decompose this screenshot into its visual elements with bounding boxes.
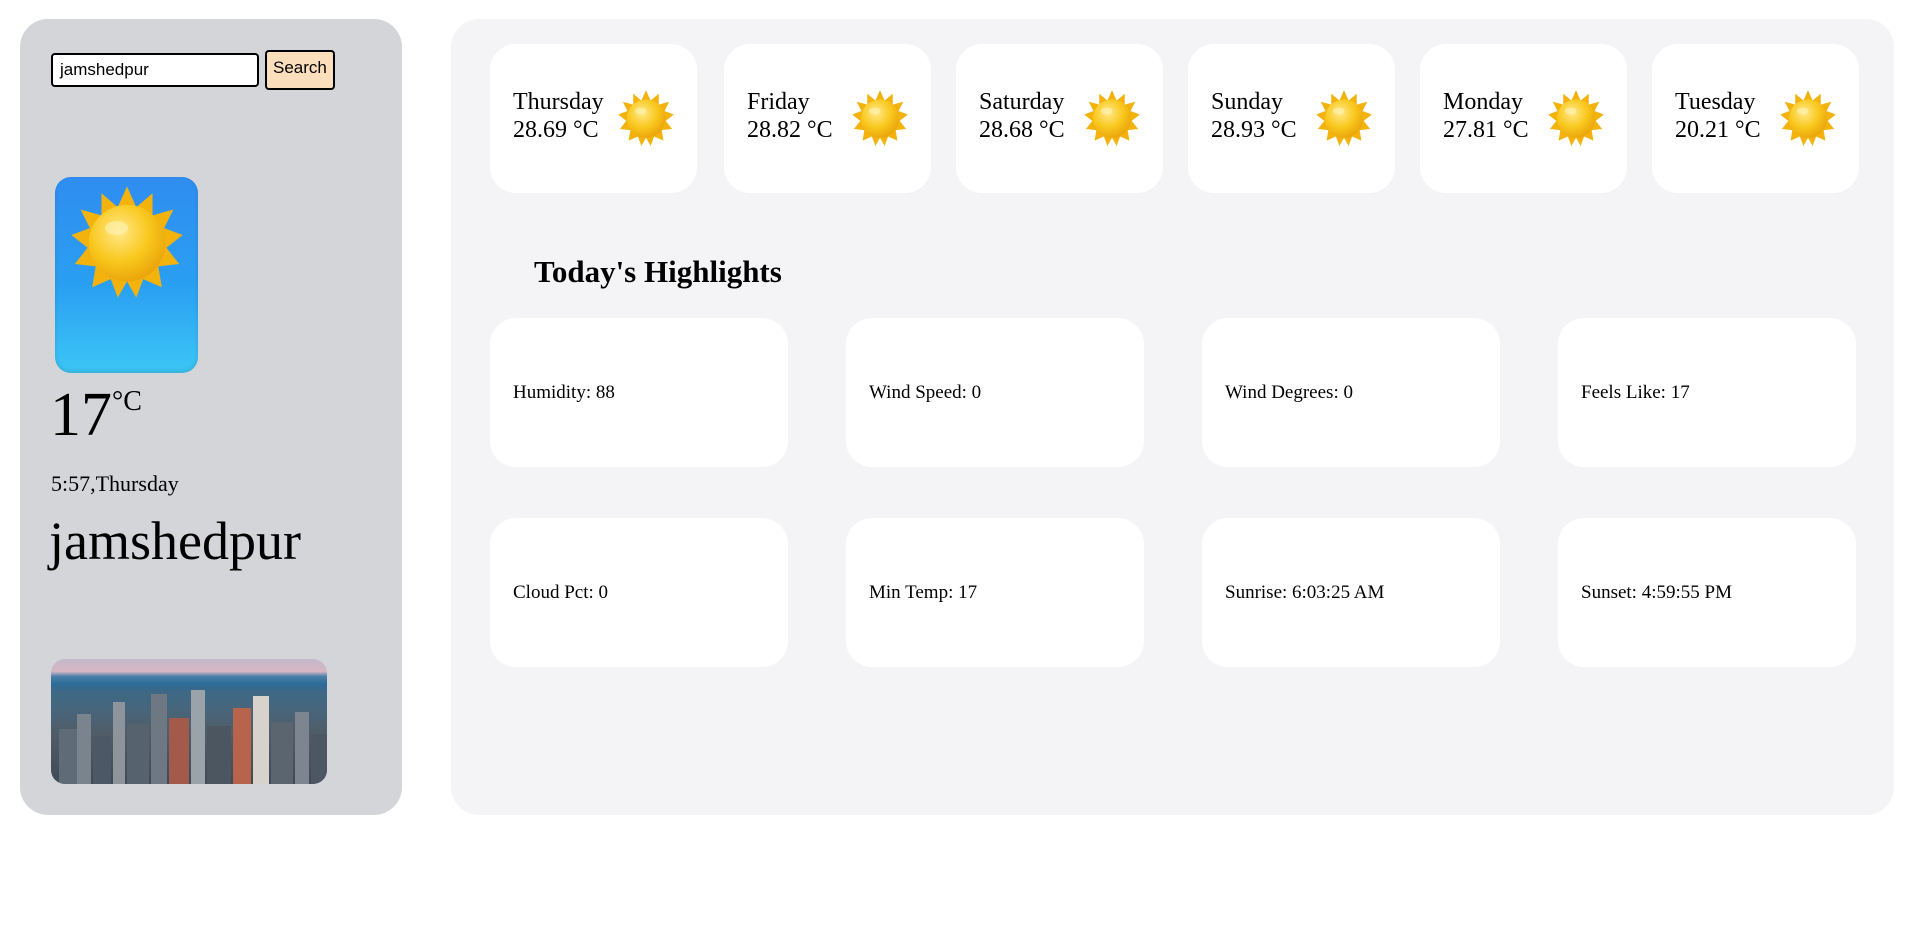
- sun-icon: [1083, 89, 1141, 147]
- highlights-heading: Today's Highlights: [534, 254, 782, 289]
- highlight-text: Sunset: 4:59:55 PM: [1581, 582, 1732, 603]
- forecast-day: Friday: [747, 89, 810, 115]
- highlight-text: Wind Degrees: 0: [1225, 382, 1353, 403]
- highlight-card-wind-speed: Wind Speed: 0: [846, 318, 1144, 467]
- forecast-card: Friday 28.82 °C: [724, 44, 931, 193]
- city-skyline-image: [51, 659, 327, 784]
- forecast-card: Sunday 28.93 °C: [1188, 44, 1395, 193]
- forecast-card: Saturday 28.68 °C: [956, 44, 1163, 193]
- current-weather-sun-icon: [55, 177, 198, 373]
- forecast-temp: 20.21 °C: [1675, 117, 1761, 143]
- forecast-card: Thursday 28.69 °C: [490, 44, 697, 193]
- forecast-temp: 28.69 °C: [513, 117, 599, 143]
- main-panel: Thursday 28.69 °C Friday 28.82 °C Saturd…: [451, 19, 1894, 815]
- highlight-text: Humidity: 88: [513, 382, 615, 403]
- highlight-text: Min Temp: 17: [869, 582, 978, 603]
- search-bar: jamshedpur Search: [51, 50, 335, 90]
- forecast-card: Tuesday 20.21 °C: [1652, 44, 1859, 193]
- highlight-card-min-temp: Min Temp: 17: [846, 518, 1144, 667]
- highlight-card-humidity: Humidity: 88: [490, 318, 788, 467]
- forecast-temp: 28.82 °C: [747, 117, 833, 143]
- highlight-text: Wind Speed: 0: [869, 382, 982, 403]
- sun-icon: [1547, 89, 1605, 147]
- sun-icon: [1779, 89, 1837, 147]
- sun-icon: [617, 89, 675, 147]
- forecast-temp: 27.81 °C: [1443, 117, 1529, 143]
- temperature-value: 17: [50, 381, 112, 449]
- current-temperature: 17°C: [50, 384, 142, 446]
- highlight-text: Feels Like: 17: [1581, 382, 1690, 403]
- highlight-text: Cloud Pct: 0: [513, 582, 609, 603]
- forecast-temp: 28.68 °C: [979, 117, 1065, 143]
- city-name: jamshedpur: [49, 511, 301, 571]
- forecast-temp: 28.93 °C: [1211, 117, 1297, 143]
- highlight-text: Sunrise: 6:03:25 AM: [1225, 582, 1385, 603]
- forecast-day: Sunday: [1211, 89, 1283, 115]
- forecast-day: Thursday: [513, 89, 604, 115]
- highlight-card-feels-like: Feels Like: 17: [1558, 318, 1856, 467]
- temperature-unit: °C: [112, 386, 142, 417]
- sun-icon: [851, 89, 909, 147]
- sun-icon: [1315, 89, 1373, 147]
- sidebar: jamshedpur Search 17°C 5:57,Thursday jam…: [20, 19, 402, 815]
- highlight-card-sunset: Sunset: 4:59:55 PM: [1558, 518, 1856, 667]
- search-input[interactable]: jamshedpur: [51, 53, 259, 87]
- current-datetime: 5:57,Thursday: [51, 471, 179, 496]
- forecast-day: Monday: [1443, 89, 1523, 115]
- search-button[interactable]: Search: [265, 50, 335, 90]
- forecast-day: Saturday: [979, 89, 1065, 115]
- forecast-card: Monday 27.81 °C: [1420, 44, 1627, 193]
- sun-icon: [69, 184, 185, 300]
- forecast-day: Tuesday: [1675, 89, 1756, 115]
- highlight-card-wind-degrees: Wind Degrees: 0: [1202, 318, 1500, 467]
- highlight-card-sunrise: Sunrise: 6:03:25 AM: [1202, 518, 1500, 667]
- highlight-card-cloud-pct: Cloud Pct: 0: [490, 518, 788, 667]
